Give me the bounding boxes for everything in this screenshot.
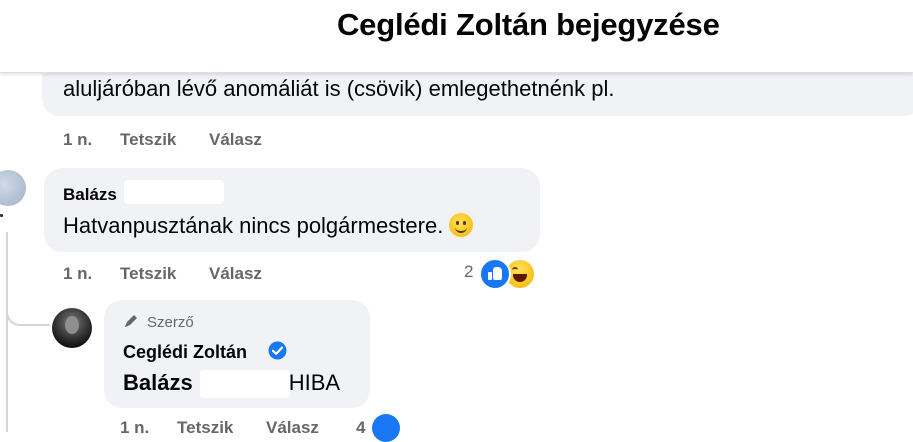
avatar[interactable] <box>52 308 92 348</box>
like-link[interactable]: Tetszik <box>177 418 233 438</box>
thread-line <box>6 232 8 432</box>
redaction-mark <box>200 370 290 398</box>
page-title: Ceglédi Zoltán bejegyzése <box>337 7 720 42</box>
reply-link[interactable]: Válasz <box>266 418 319 438</box>
post-header: Ceglédi Zoltán bejegyzése <box>0 0 913 73</box>
like-reaction-icon[interactable] <box>372 414 400 442</box>
comment-time[interactable]: 1 n. <box>63 130 92 150</box>
redaction-mark <box>124 180 224 204</box>
smiley-emoji-icon <box>449 213 474 237</box>
comment-text: aluljáróban lévő anomáliát is (csövik) e… <box>63 76 615 101</box>
thread-dot <box>0 214 3 217</box>
comment-bubble: Balázs Hatvanpusztának nincs polgármeste… <box>44 168 540 252</box>
author-badge: Szerző <box>123 313 194 331</box>
author-badge-label: Szerző <box>147 314 194 331</box>
verified-badge-icon <box>268 341 287 360</box>
like-link[interactable]: Tetszik <box>120 130 176 150</box>
reply-link[interactable]: Válasz <box>209 264 262 284</box>
comment-author[interactable]: Ceglédi Zoltán <box>123 342 247 363</box>
mention-tag[interactable]: Balázs <box>123 370 193 395</box>
comment-bubble: Szerző Ceglédi Zoltán Balázs HIBA <box>104 300 370 408</box>
avatar[interactable] <box>0 170 26 206</box>
reaction-count[interactable]: 2 <box>464 262 473 282</box>
like-link[interactable]: Tetszik <box>120 264 176 284</box>
pen-icon <box>123 313 143 329</box>
like-reaction-icon[interactable] <box>479 258 511 290</box>
reply-link[interactable]: Válasz <box>209 130 262 150</box>
comment-time[interactable]: 1 n. <box>63 264 92 284</box>
comment-time[interactable]: 1 n. <box>120 418 149 438</box>
comment-text: HIBA <box>288 370 341 395</box>
reaction-count[interactable]: 4 <box>356 418 365 438</box>
comment-text-row: Hatvanpusztának nincs polgármestere. <box>63 213 474 239</box>
comment-text: Hatvanpusztának nincs polgármestere. <box>63 213 444 238</box>
thread-connector <box>6 296 50 326</box>
comment-author[interactable]: Balázs <box>63 185 117 205</box>
